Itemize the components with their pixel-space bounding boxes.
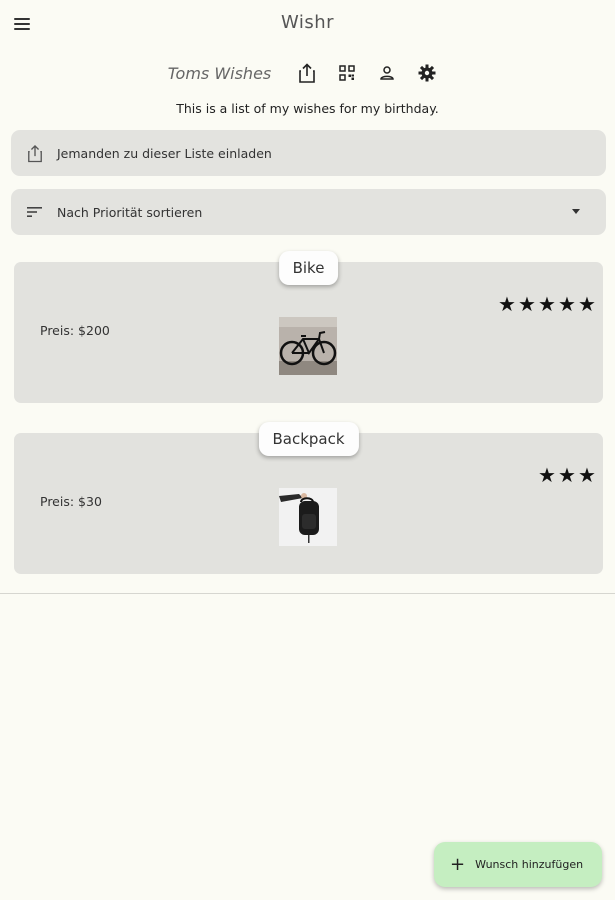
sort-dropdown[interactable]: Nach Priorität sortieren xyxy=(11,189,606,235)
star-icon: ★ xyxy=(538,463,556,487)
wish-price: Preis: $30 xyxy=(40,494,102,509)
sort-label: Nach Priorität sortieren xyxy=(57,204,203,220)
list-description: This is a list of my wishes for my birth… xyxy=(176,101,439,116)
settings-icon[interactable] xyxy=(416,62,438,84)
person-icon[interactable] xyxy=(376,62,398,84)
sort-icon xyxy=(25,202,45,222)
wish-name: Bike xyxy=(278,251,339,285)
chevron-down-icon xyxy=(572,209,580,214)
wish-name: Backpack xyxy=(258,422,359,456)
priority-stars: ★ ★ ★ xyxy=(537,465,597,485)
bike-image xyxy=(279,317,337,375)
star-icon: ★ xyxy=(538,292,556,316)
share-icon[interactable] xyxy=(296,62,318,84)
add-wish-label: Wunsch hinzufügen xyxy=(475,858,584,871)
qr-code-icon[interactable] xyxy=(336,62,358,84)
wish-card-backpack[interactable]: Backpack Preis: $30 ★ ★ ★ xyxy=(14,422,603,574)
wish-card-bike[interactable]: Bike Preis: $200 ★ ★ ★ ★ ★ xyxy=(14,251,603,403)
star-icon: ★ xyxy=(558,463,576,487)
wish-price: Preis: $200 xyxy=(40,323,110,338)
star-icon: ★ xyxy=(498,292,516,316)
star-icon: ★ xyxy=(578,463,596,487)
priority-stars: ★ ★ ★ ★ ★ xyxy=(497,294,597,314)
star-icon: ★ xyxy=(578,292,596,316)
app-bar: Wishr xyxy=(0,0,615,48)
star-icon: ★ xyxy=(518,292,536,316)
app-title: Wishr xyxy=(280,12,335,33)
invite-label: Jemanden zu dieser Liste einladen xyxy=(57,145,272,161)
divider xyxy=(0,593,615,594)
list-title: Toms Wishes xyxy=(167,63,272,83)
list-header: Toms Wishes xyxy=(0,60,615,86)
share-icon xyxy=(25,143,45,163)
invite-button[interactable]: Jemanden zu dieser Liste einladen xyxy=(11,130,606,176)
plus-icon: + xyxy=(450,854,466,875)
backpack-image xyxy=(279,488,337,546)
star-icon: ★ xyxy=(558,292,576,316)
add-wish-button[interactable]: + Wunsch hinzufügen xyxy=(434,842,602,887)
